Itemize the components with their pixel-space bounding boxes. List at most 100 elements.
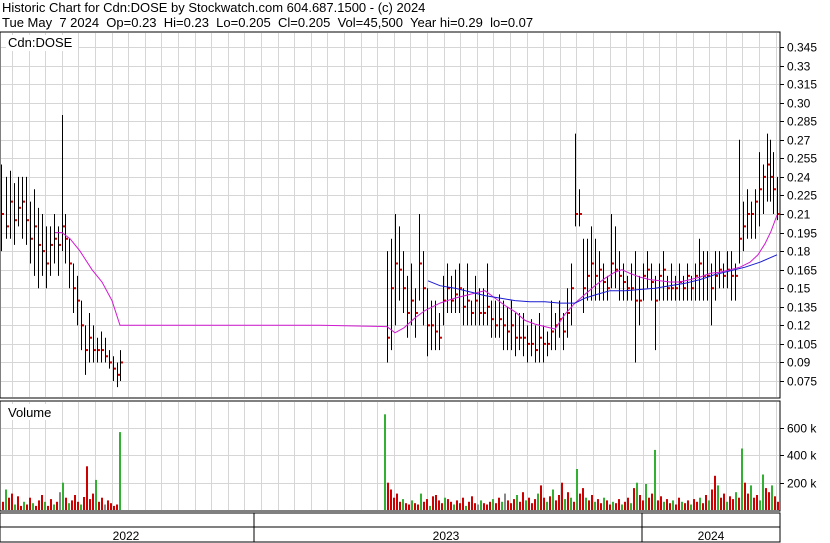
volume-bar <box>636 482 638 510</box>
close-marker <box>632 287 634 290</box>
close-marker <box>628 287 630 290</box>
close-marker <box>436 330 438 333</box>
close-marker <box>114 367 116 370</box>
volume-bar <box>104 504 106 510</box>
volume-bar <box>735 492 737 510</box>
volume-bar <box>570 497 572 510</box>
close-marker <box>572 287 574 290</box>
volume-bar <box>423 501 425 510</box>
close-marker <box>408 311 410 314</box>
volume-bar <box>669 503 671 510</box>
y-tick-label: 0.21 <box>787 208 811 222</box>
close-marker <box>78 299 80 302</box>
volume-bar <box>456 500 458 510</box>
close-marker <box>580 213 582 215</box>
volume-bar <box>579 493 581 510</box>
close-marker <box>604 281 606 284</box>
close-marker <box>416 311 418 314</box>
close-marker <box>432 324 434 327</box>
volume-bar <box>53 504 55 510</box>
volume-bar <box>561 482 563 510</box>
volume-bar <box>465 505 467 510</box>
y-tick-label: 0.255 <box>787 152 817 166</box>
volume-bar <box>399 501 401 510</box>
volume-bar <box>690 504 692 510</box>
close-marker <box>724 274 726 277</box>
volume-bar <box>516 495 518 510</box>
close-marker <box>472 311 474 314</box>
volume-bar <box>708 500 710 510</box>
volume-bar <box>408 504 410 510</box>
close-marker <box>468 299 470 302</box>
volume-bar <box>540 485 542 510</box>
volume-bar <box>2 501 4 510</box>
volume-bar <box>564 499 566 510</box>
y-tick-label: 0.15 <box>787 282 811 296</box>
volume-bar <box>606 500 608 510</box>
volume-tick-label: 200 k <box>787 477 817 491</box>
volume-bar <box>615 503 617 510</box>
volume-bar <box>89 499 91 510</box>
volume-bar <box>681 501 683 510</box>
volume-bar <box>576 469 578 510</box>
close-marker <box>63 225 65 228</box>
close-marker <box>98 349 100 352</box>
close-marker <box>536 349 538 352</box>
volume-bar <box>507 500 509 510</box>
volume-bar <box>672 500 674 510</box>
volume-bar <box>720 497 722 510</box>
close-marker <box>488 305 490 308</box>
close-marker <box>412 299 414 302</box>
volume-bar <box>47 505 49 510</box>
close-marker <box>504 324 506 327</box>
volume-bar <box>492 499 494 510</box>
volume-bar <box>666 499 668 510</box>
volume-bar <box>477 504 479 510</box>
volume-bar <box>654 449 656 510</box>
close-marker <box>712 287 714 290</box>
volume-bar <box>774 496 776 510</box>
close-marker <box>51 243 53 246</box>
volume-bar <box>495 503 497 510</box>
volume-bar <box>98 501 100 510</box>
close-marker <box>66 237 68 240</box>
volume-bar <box>711 489 713 510</box>
close-marker <box>612 262 614 265</box>
volume-bar <box>474 503 476 510</box>
volume-bar <box>639 495 641 510</box>
volume-bar <box>768 492 770 510</box>
volume-bar <box>678 497 680 510</box>
close-marker <box>524 336 526 339</box>
volume-bar <box>747 493 749 510</box>
volume-bar <box>771 485 773 510</box>
volume-bar <box>86 466 88 510</box>
time-axis: 2022 2023 2024 <box>0 512 781 543</box>
close-marker <box>74 287 76 290</box>
y-tick-label: 0.135 <box>787 301 817 315</box>
stock-chart: 0.345 0.33 0.315 0.30 0.285 0.27 0.255 0.24 0.22… <box>0 31 817 543</box>
volume-bar <box>525 500 527 510</box>
close-marker <box>520 336 522 339</box>
close-marker <box>90 336 92 339</box>
close-marker <box>39 243 41 246</box>
volume-bar <box>624 501 626 510</box>
volume-bar <box>59 492 61 510</box>
volume-axis: 600 k 400 k 200 k <box>780 422 817 491</box>
close-marker <box>636 299 638 302</box>
volume-bar <box>618 499 620 510</box>
volume-bar <box>714 475 716 510</box>
close-marker <box>484 311 486 314</box>
volume-bar <box>23 501 25 510</box>
close-marker <box>748 213 750 215</box>
close-marker <box>121 361 123 364</box>
volume-bar <box>759 500 761 510</box>
close-marker <box>540 336 542 339</box>
volume-bar <box>486 504 488 510</box>
close-marker <box>512 324 514 327</box>
volume-bar <box>107 500 109 510</box>
close-marker <box>644 274 646 277</box>
volume-bar <box>573 501 575 510</box>
close-marker <box>640 299 642 302</box>
volume-bar <box>468 501 470 510</box>
volume-bar <box>50 499 52 510</box>
